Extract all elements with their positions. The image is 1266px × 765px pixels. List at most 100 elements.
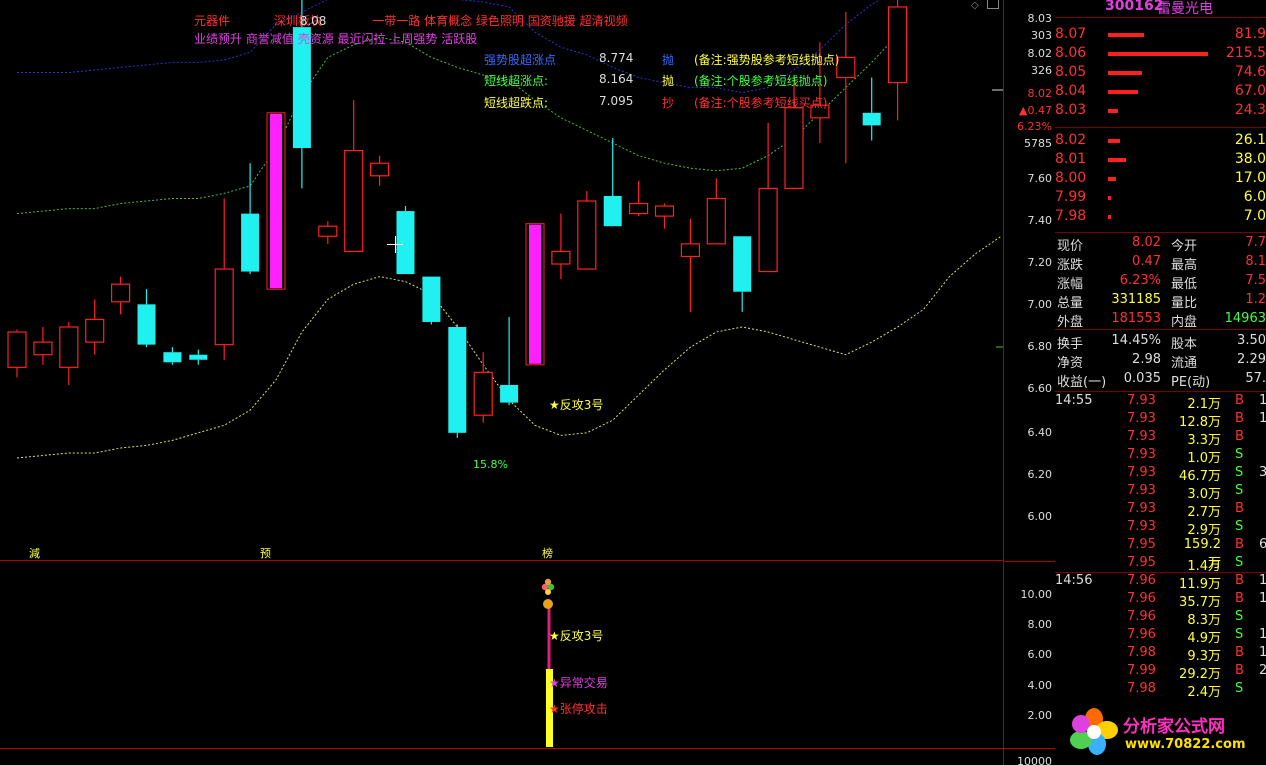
candle[interactable] (862, 77, 881, 141)
candle[interactable] (525, 223, 545, 366)
signal-note: (备注:个股参考短线抛点) (694, 74, 828, 88)
candle[interactable] (473, 352, 493, 423)
tick-row[interactable]: 7.95 159.2万 B 6 (1055, 537, 1266, 571)
tick-row[interactable]: 7.99 29.2万 B 2 (1055, 663, 1266, 682)
divider (1055, 232, 1266, 233)
bid-volume-bar (1108, 196, 1111, 200)
candle[interactable] (500, 316, 519, 406)
candle[interactable] (396, 206, 415, 275)
candle[interactable] (85, 299, 105, 355)
axis-label: 303 (1031, 29, 1052, 42)
bid-row[interactable]: 7.98 7.0 (1055, 208, 1266, 226)
tick-row[interactable]: 7.93 3.3万 B (1055, 429, 1266, 448)
signal-row: 强势股超涨点 8.774 抛 (备注:强势股参考短线抛点) (484, 51, 839, 68)
bid-row[interactable]: 8.01 38.0 (1055, 151, 1266, 169)
stat-row[interactable]: 收益(一) 0.035 PE(动) 57. (1055, 371, 1266, 390)
candle[interactable] (137, 289, 156, 348)
tick-count: 6 (1259, 537, 1266, 552)
stat-label: 量比 (1171, 296, 1198, 311)
tick-side: B (1235, 537, 1244, 552)
diamond-icon[interactable]: ◇ (971, 0, 979, 11)
bid-row[interactable]: 8.02 26.1 (1055, 132, 1266, 150)
tick-row[interactable]: 7.95 1.4万 S (1055, 555, 1266, 574)
tick-row[interactable]: 7.93 1.0万 S (1055, 447, 1266, 466)
candle[interactable] (7, 329, 27, 378)
tick-row[interactable]: 7.98 2.4万 S (1055, 681, 1266, 700)
stat-value: 7.5 (1245, 273, 1266, 288)
candle[interactable] (628, 180, 649, 217)
stat-label: 最高 (1171, 258, 1198, 273)
bid-row[interactable]: 7.99 6.0 (1055, 189, 1266, 207)
bid-row[interactable]: 8.00 17.0 (1055, 170, 1266, 188)
axis-label: 6.00 (1027, 510, 1053, 523)
stat-value: 0.035 (1123, 371, 1161, 386)
stat-label: 股本 (1171, 337, 1198, 352)
stat-label: 流通 (1171, 356, 1198, 371)
candle[interactable] (680, 218, 701, 312)
candle-body (318, 225, 338, 237)
candle[interactable] (110, 276, 131, 315)
stat-row[interactable]: 换手 14.45% 股本 3.50 (1055, 333, 1266, 352)
indicator-chart[interactable] (0, 561, 1003, 748)
candle[interactable] (577, 190, 597, 270)
candle[interactable] (241, 163, 260, 275)
stat-row[interactable]: 现价 8.02 今开 7.7 (1055, 235, 1266, 254)
candle[interactable] (266, 112, 286, 290)
candle[interactable] (784, 75, 804, 190)
candle[interactable] (733, 236, 752, 312)
tick-count: 1 (1259, 393, 1266, 408)
tick-volume: 1.0万 (1187, 451, 1221, 466)
ask-row[interactable]: 8.06 215.5 (1055, 45, 1266, 63)
tick-row[interactable]: 7.93 2.7万 B (1055, 501, 1266, 520)
candle[interactable] (551, 213, 571, 280)
axis-label: 8.02 (1027, 47, 1053, 60)
tick-row[interactable]: 7.96 4.9万 S 1 (1055, 627, 1266, 646)
stat-value: 181553 (1111, 311, 1161, 326)
stat-row[interactable]: 外盘 181553 内盘 14963 (1055, 311, 1266, 330)
candle[interactable] (603, 138, 622, 227)
candle[interactable] (654, 203, 675, 229)
candle[interactable] (214, 198, 234, 360)
tick-row[interactable]: 7.96 8.3万 S (1055, 609, 1266, 628)
bid-price: 7.98 (1055, 208, 1087, 224)
ask-row[interactable]: 8.07 81.9 (1055, 26, 1266, 44)
tick-price: 7.93 (1127, 411, 1156, 426)
minimize-icon[interactable] (987, 0, 999, 9)
axis-label: 6.23% (1017, 120, 1052, 133)
ask-row[interactable]: 8.05 74.6 (1055, 64, 1266, 82)
stat-row[interactable]: 涨跌 0.47 最高 8.1 (1055, 254, 1266, 273)
ask-row[interactable]: 8.03 24.3 (1055, 102, 1266, 120)
candle-body (733, 236, 752, 292)
tick-price: 7.93 (1127, 393, 1156, 408)
candle[interactable] (706, 178, 726, 245)
candle[interactable] (163, 347, 182, 365)
candle[interactable] (887, 0, 908, 121)
candle[interactable] (59, 321, 79, 385)
candle[interactable] (836, 12, 856, 164)
ask-row[interactable]: 8.04 67.0 (1055, 83, 1266, 101)
tick-row[interactable]: 7.98 9.3万 B 1 (1055, 645, 1266, 664)
stat-row[interactable]: 净资 2.98 流通 2.29 (1055, 352, 1266, 371)
signal-value: 8.164 (599, 72, 634, 86)
candle[interactable] (758, 122, 778, 273)
candle[interactable] (318, 221, 338, 244)
tag: 国资驰援 (527, 14, 576, 28)
candle[interactable] (344, 100, 364, 253)
candle[interactable] (33, 327, 53, 365)
stat-row[interactable]: 总量 331185 量比 1.2 (1055, 292, 1266, 311)
tick-row[interactable]: 7.93 3.0万 S (1055, 483, 1266, 502)
bid-volume-bar (1108, 177, 1116, 181)
tick-row[interactable]: 7.96 35.7万 B 1 (1055, 591, 1266, 610)
signal-label: 强势股超涨点 (484, 53, 557, 67)
tick-row[interactable]: 7.93 2.9万 S (1055, 519, 1266, 538)
tick-row[interactable]: 7.93 46.7万 S 3 (1055, 465, 1266, 484)
stat-row[interactable]: 涨幅 6.23% 最低 7.5 (1055, 273, 1266, 292)
candle[interactable] (370, 155, 390, 186)
tick-row[interactable]: 7.96 11.9万 B 1 (1055, 573, 1266, 592)
candle[interactable] (448, 324, 467, 438)
tick-row[interactable]: 7.93 2.1万 B 1 (1055, 393, 1266, 412)
tick-row[interactable]: 7.93 12.8万 B 1 (1055, 411, 1266, 430)
tick-side: S (1235, 465, 1244, 480)
candle[interactable] (189, 349, 208, 365)
candle[interactable] (422, 276, 441, 325)
